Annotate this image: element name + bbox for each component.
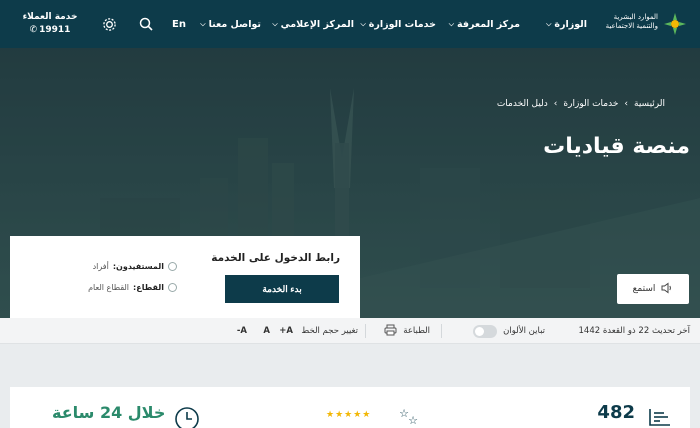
breadcrumb-services-guide[interactable]: دليل الخدمات xyxy=(497,99,548,109)
accessibility-toolbar: آخر تحديث 22 ذو القعدة 1442 تباين الألوا… xyxy=(0,318,700,344)
sector-value: القطاع العام xyxy=(88,283,130,292)
chevron-down-icon: ⌵ xyxy=(272,19,278,28)
nav-ministry-label: الوزارة xyxy=(554,18,587,30)
print-label: الطباعة xyxy=(403,326,430,336)
logo-text: الموارد البشرية والتنمية الاجتماعية xyxy=(606,13,658,31)
chevron-left-icon: › xyxy=(624,99,628,109)
service-link-section: رابط الدخول على الخدمة بدء الخدمة xyxy=(185,236,360,318)
phone-icon: ✆ xyxy=(29,25,38,35)
chevron-down-icon: ⌵ xyxy=(200,19,206,28)
rating-stars: ★★★★★ xyxy=(326,410,372,420)
service-count: 482 xyxy=(597,402,635,423)
check-icon xyxy=(168,262,177,271)
logo-text-line2: والتنمية الاجتماعية xyxy=(605,22,658,30)
chevron-down-icon: ⌵ xyxy=(448,19,455,28)
chevron-down-icon: ⌵ xyxy=(360,19,366,28)
gear-icon[interactable] xyxy=(100,15,118,33)
font-reset-button[interactable]: A xyxy=(263,318,270,344)
font-size-label: تغيير حجم الخط xyxy=(301,326,358,336)
service-duration: خلال 24 ساعة xyxy=(52,403,166,422)
listen-button[interactable]: استمع xyxy=(617,274,689,304)
divider xyxy=(365,324,366,338)
language-switch[interactable]: En xyxy=(172,0,186,48)
nav-media-center-label: المركز الإعلامي xyxy=(280,18,354,30)
color-contrast-toggle[interactable]: تباين الألوان xyxy=(473,318,545,344)
service-details-section: المستفيدون: أفراد القطاع: القطاع العام xyxy=(10,236,185,318)
printer-icon xyxy=(384,324,397,339)
search-icon[interactable] xyxy=(137,15,155,33)
start-service-button[interactable]: بدء الخدمة xyxy=(225,275,339,303)
print-button[interactable]: الطباعة xyxy=(384,318,430,344)
breadcrumb: الرئيسية › خدمات الوزارة › دليل الخدمات xyxy=(497,99,665,109)
svg-text:☆: ☆ xyxy=(408,414,418,427)
nav-ministry[interactable]: الوزارة ⌵ xyxy=(546,0,587,48)
service-card: رابط الدخول على الخدمة بدء الخدمة المستف… xyxy=(10,236,360,318)
chevron-left-icon: › xyxy=(553,99,558,109)
font-increase-button[interactable]: A+ xyxy=(279,318,293,344)
sector-row: القطاع: القطاع العام xyxy=(88,283,177,292)
logo-mark-icon xyxy=(664,13,686,35)
nav-media-center[interactable]: المركز الإعلامي ⌵ xyxy=(272,0,354,48)
ministry-logo[interactable]: الموارد البشرية والتنمية الاجتماعية xyxy=(606,9,688,39)
clock-icon xyxy=(174,407,200,428)
beneficiaries-label: المستفيدون: xyxy=(112,262,164,271)
rating-stars-icon: ☆☆☆ xyxy=(390,407,430,428)
nav-contact-us[interactable]: تواصل معنا ⌵ xyxy=(200,0,261,48)
last-update: آخر تحديث 22 ذو القعدة 1442 xyxy=(578,326,690,336)
service-link-label: رابط الدخول على الخدمة xyxy=(211,252,340,264)
top-navigation-bar: الموارد البشرية والتنمية الاجتماعية الوز… xyxy=(0,0,700,48)
page-title: منصة قياديات xyxy=(543,134,690,159)
color-contrast-label: تباين الألوان xyxy=(503,326,545,336)
list-icon xyxy=(648,407,672,428)
service-stats-card: 482 ☆☆☆ ★★★★★ خلال 24 ساعة xyxy=(10,387,690,428)
sector-label: القطاع: xyxy=(133,283,164,292)
nav-ministry-services[interactable]: خدمات الوزارة ⌵ xyxy=(360,0,436,48)
font-decrease-button[interactable]: A- xyxy=(237,318,247,344)
customer-service-label: خدمة العملاء xyxy=(22,12,78,22)
speaker-icon xyxy=(661,282,673,297)
logo-text-line1: الموارد البشرية xyxy=(613,13,658,21)
nav-knowledge-center[interactable]: مركز المعرفة ⌵ xyxy=(449,0,520,48)
chevron-down-icon: ⌵ xyxy=(546,19,552,28)
breadcrumb-home[interactable]: الرئيسية xyxy=(634,99,665,109)
contrast-switch[interactable] xyxy=(473,324,498,338)
check-icon xyxy=(168,283,177,292)
beneficiaries-row: المستفيدون: أفراد xyxy=(93,262,177,271)
nav-ministry-services-label: خدمات الوزارة xyxy=(368,18,436,30)
language-switch-label: En xyxy=(172,18,186,30)
nav-contact-us-label: تواصل معنا xyxy=(208,18,261,30)
customer-service[interactable]: خدمة العملاء 19911 ✆ xyxy=(20,11,80,37)
divider xyxy=(441,324,442,338)
nav-knowledge-center-label: مركز المعرفة xyxy=(457,18,520,30)
customer-service-number: 19911 xyxy=(39,25,71,35)
breadcrumb-ministry-services[interactable]: خدمات الوزارة xyxy=(563,99,618,109)
beneficiaries-value: أفراد xyxy=(92,262,109,271)
listen-label: استمع xyxy=(632,284,656,294)
